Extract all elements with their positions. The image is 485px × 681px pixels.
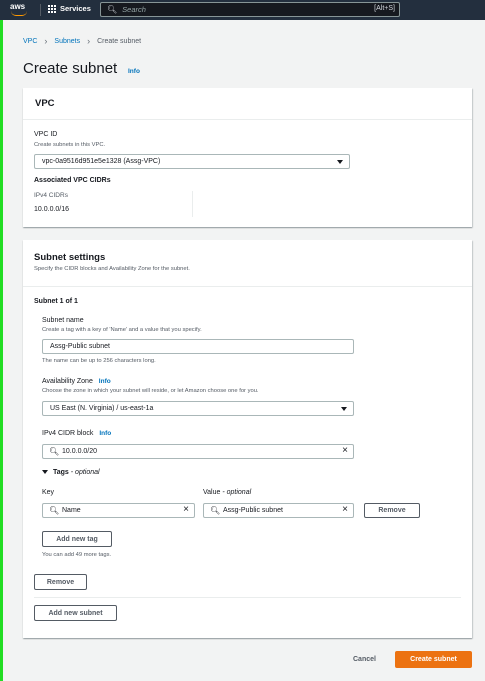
vpc-id-description: Create subnets in this VPC. xyxy=(34,142,106,148)
subnet-name-input[interactable]: Assg-Public subnet xyxy=(42,339,354,354)
grid-icon xyxy=(48,4,56,13)
vpc-id-select[interactable]: vpc-0a9516d951e5e1328 (Assg-VPC) xyxy=(34,154,350,169)
availability-zone-label-text: Availability Zone xyxy=(42,378,93,385)
tag-key-value: Name xyxy=(62,507,81,514)
availability-zone-value: US East (N. Virginia) / us-east-1a xyxy=(50,405,154,412)
services-menu-button[interactable]: Services xyxy=(48,4,91,13)
caret-down-icon xyxy=(337,160,343,164)
tags-hint: You can add 49 more tags. xyxy=(42,552,112,558)
tag-key-label: Key xyxy=(42,489,55,496)
global-search-input[interactable]: 🔍︎ Search [Alt+S] xyxy=(100,2,400,17)
page-title: Create subnet xyxy=(23,60,118,77)
aws-logo[interactable]: aws xyxy=(10,2,34,18)
ipv4-cidr-input[interactable]: 🔍︎ 10.0.0.0/20 × xyxy=(42,444,354,459)
add-new-tag-button[interactable]: Add new tag xyxy=(42,531,112,547)
chevron-right-icon: › xyxy=(44,36,48,46)
cancel-button[interactable]: Cancel xyxy=(353,656,376,663)
tag-value-optional: - optional xyxy=(222,489,252,496)
associated-cidrs-heading: Associated VPC CIDRs xyxy=(34,177,111,184)
tag-value-label-text: Value xyxy=(203,489,221,496)
caret-down-icon xyxy=(42,470,48,475)
tag-value-input[interactable]: 🔍︎ Assg-Public subnet × xyxy=(203,503,354,518)
services-label: Services xyxy=(60,4,91,13)
clear-icon[interactable]: × xyxy=(342,504,348,515)
ipv4-cidrs-value: 10.0.0.0/16 xyxy=(34,206,70,213)
availability-zone-info-link[interactable]: Info xyxy=(99,378,111,385)
subnet-name-hint: The name can be up to 256 characters lon… xyxy=(42,358,156,364)
ipv4-cidr-block-label-text: IPv4 CIDR block xyxy=(42,430,94,437)
create-subnet-button[interactable]: Create subnet xyxy=(395,651,472,668)
page-info-link[interactable]: Info xyxy=(128,68,140,75)
availability-zone-select[interactable]: US East (N. Virginia) / us-east-1a xyxy=(42,401,354,416)
vpc-id-label: VPC ID xyxy=(34,131,58,138)
tag-value-label: Value - optional xyxy=(203,489,251,496)
subnet-name-value: Assg-Public subnet xyxy=(50,343,110,350)
ipv4-cidrs-label: IPv4 CIDRs xyxy=(34,192,68,199)
search-icon: 🔍︎ xyxy=(107,5,118,14)
search-icon: 🔍︎ xyxy=(49,447,60,456)
caret-down-icon xyxy=(341,407,347,411)
search-icon: 🔍︎ xyxy=(210,506,221,515)
ipv4-cidr-block-label: IPv4 CIDR block Info xyxy=(42,430,111,437)
search-icon: 🔍︎ xyxy=(49,506,60,515)
subnet-counter: Subnet 1 of 1 xyxy=(34,298,78,305)
tag-key-input[interactable]: 🔍︎ Name × xyxy=(42,503,195,518)
availability-zone-description: Choose the zone in which your subnet wil… xyxy=(42,388,259,394)
ipv4-cidr-value: 10.0.0.0/20 xyxy=(62,448,98,455)
column-divider xyxy=(192,191,193,217)
vpc-id-value: vpc-0a9516d951e5e1328 (Assg-VPC) xyxy=(42,158,161,165)
remove-tag-button[interactable]: Remove xyxy=(364,503,420,518)
vpc-panel-header: VPC xyxy=(23,88,472,120)
window-edge xyxy=(0,0,3,681)
breadcrumb-vpc[interactable]: VPC xyxy=(23,38,37,45)
tags-toggle[interactable]: Tags - optional xyxy=(42,469,100,476)
chevron-right-icon: › xyxy=(87,36,91,46)
vpc-panel: VPC VPC ID Create subnets in this VPC. v… xyxy=(23,88,472,227)
top-navigation: aws Services 🔍︎ Search [Alt+S] xyxy=(0,0,485,20)
remove-subnet-button[interactable]: Remove xyxy=(34,574,87,590)
tag-value-value: Assg-Public subnet xyxy=(223,507,283,514)
subnet-settings-heading: Subnet settings xyxy=(34,252,106,263)
subnet-name-description: Create a tag with a key of 'Name' and a … xyxy=(42,327,202,333)
breadcrumb-subnets[interactable]: Subnets xyxy=(54,38,80,45)
vpc-panel-heading: VPC xyxy=(35,98,55,109)
tags-optional: - optional xyxy=(70,469,100,476)
aws-logo-text: aws xyxy=(10,2,26,11)
subnet-settings-panel: Subnet settings Specify the CIDR blocks … xyxy=(23,240,472,638)
clear-icon[interactable]: × xyxy=(342,445,348,456)
subnet-name-label: Subnet name xyxy=(42,317,84,324)
header-divider xyxy=(23,286,472,287)
add-new-subnet-button[interactable]: Add new subnet xyxy=(34,605,117,621)
section-divider xyxy=(34,597,461,598)
breadcrumb: VPC › Subnets › Create subnet xyxy=(23,36,141,46)
nav-divider xyxy=(40,4,41,16)
aws-smile-icon xyxy=(11,11,27,16)
availability-zone-label: Availability Zone Info xyxy=(42,378,111,385)
subnet-settings-description: Specify the CIDR blocks and Availability… xyxy=(34,266,190,272)
tags-label: Tags xyxy=(53,469,69,476)
clear-icon[interactable]: × xyxy=(183,504,189,515)
search-placeholder: Search xyxy=(122,5,146,14)
breadcrumb-current: Create subnet xyxy=(97,37,142,45)
search-shortcut: [Alt+S] xyxy=(374,5,395,12)
ipv4-cidr-info-link[interactable]: Info xyxy=(99,430,111,437)
